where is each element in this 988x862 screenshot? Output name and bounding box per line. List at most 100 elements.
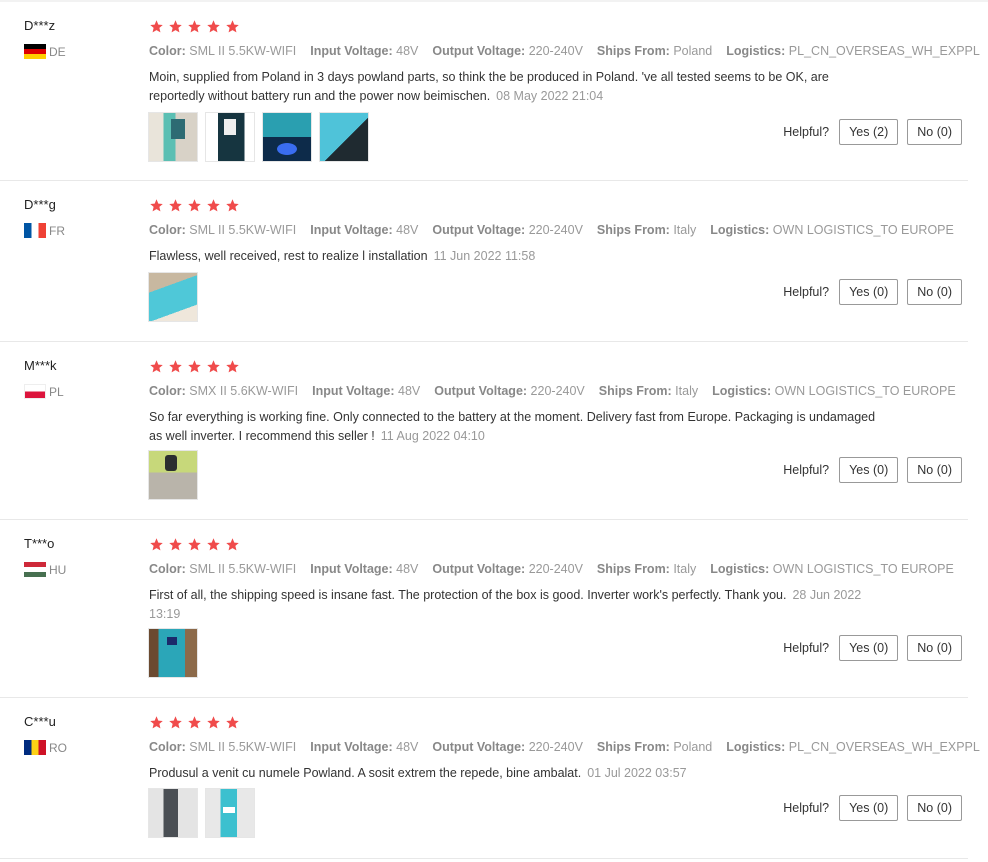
helpful-vote: Helpful? Yes (0) No (0)	[783, 457, 962, 483]
star-icon	[207, 716, 220, 729]
review-photo[interactable]	[205, 112, 255, 162]
review-date: 08 May 2022 21:04	[496, 89, 604, 103]
review-photos	[148, 112, 376, 162]
review-text: So far everything is working fine. Only …	[149, 408, 884, 446]
product-attributes: Color: SML II 5.5KW-WIFI Input Voltage: 4…	[149, 223, 968, 237]
product-attributes: Color: SML II 5.5KW-WIFI Input Voltage: 4…	[149, 44, 988, 58]
country-code: FR	[49, 223, 65, 238]
helpful-no-button[interactable]: No (0)	[907, 457, 962, 483]
review-body: First of all, the shipping speed is insa…	[149, 588, 787, 602]
attr-label: Color:	[149, 740, 186, 754]
review-photo[interactable]	[319, 112, 369, 162]
attr-label: Logistics:	[712, 384, 772, 398]
review-body: Moin, supplied from Poland in 3 days pow…	[149, 70, 829, 103]
attr-label: Logistics:	[710, 562, 770, 576]
attr-logistics: PL_CN_OVERSEAS_WH_EXPPL	[788, 740, 980, 754]
attr-logistics: OWN LOGISTICS_TO EUROPE	[774, 384, 956, 398]
review-photos	[148, 450, 205, 500]
product-attributes: Color: SMX II 5.6KW-WIFI Input Voltage: 4…	[149, 384, 970, 398]
attr-label: Logistics:	[726, 44, 786, 58]
reviewer-name: T***o	[24, 536, 55, 551]
reviewer-country: HU	[24, 562, 66, 577]
attr-label: Input Voltage:	[310, 223, 393, 237]
attr-input-voltage: 48V	[396, 562, 419, 576]
attr-ships-from: Italy	[673, 223, 697, 237]
review-body: Flawless, well received, rest to realize…	[149, 249, 428, 263]
helpful-no-button[interactable]: No (0)	[907, 279, 962, 305]
attr-input-voltage: 48V	[396, 44, 419, 58]
review-photo[interactable]	[148, 450, 198, 500]
attr-color: SML II 5.5KW-WIFI	[189, 223, 297, 237]
star-icon	[150, 716, 163, 729]
review-item: C***u RO Color: SML II 5.5KW-WIFI Input V…	[0, 698, 980, 859]
attr-input-voltage: 48V	[396, 740, 419, 754]
review-photo[interactable]	[148, 272, 198, 322]
attr-label: Ships From:	[596, 44, 670, 58]
star-icon	[188, 20, 201, 33]
helpful-yes-button[interactable]: Yes (2)	[839, 119, 899, 145]
helpful-yes-button[interactable]: Yes (0)	[839, 795, 899, 821]
star-rating	[149, 198, 244, 213]
attr-color: SML II 5.5KW-WIFI	[189, 44, 297, 58]
review-photos	[148, 628, 205, 678]
review-text: Flawless, well received, rest to realize…	[149, 247, 884, 266]
attr-ships-from: Poland	[673, 740, 713, 754]
review-photos	[148, 272, 205, 322]
helpful-yes-button[interactable]: Yes (0)	[839, 457, 899, 483]
star-icon	[188, 199, 201, 212]
helpful-no-button[interactable]: No (0)	[907, 635, 962, 661]
attr-label: Output Voltage:	[432, 740, 526, 754]
flag-fr-icon	[24, 223, 46, 238]
helpful-vote: Helpful? Yes (0) No (0)	[783, 795, 962, 821]
attr-label: Input Voltage:	[310, 44, 393, 58]
flag-pl-icon	[24, 384, 46, 399]
star-rating	[149, 359, 244, 374]
star-icon	[150, 20, 163, 33]
attr-label: Input Voltage:	[310, 562, 393, 576]
review-date: 11 Aug 2022 04:10	[380, 429, 485, 443]
helpful-no-button[interactable]: No (0)	[907, 795, 962, 821]
reviewer-country: RO	[24, 740, 67, 755]
star-icon	[150, 538, 163, 551]
star-icon	[169, 20, 182, 33]
review-photo[interactable]	[262, 112, 312, 162]
review-photo[interactable]	[148, 788, 198, 838]
review-photo[interactable]	[148, 112, 198, 162]
attr-label: Ships From:	[596, 223, 670, 237]
star-rating	[149, 715, 244, 730]
star-icon	[188, 716, 201, 729]
review-photo[interactable]	[148, 628, 198, 678]
attr-label: Ships From:	[598, 384, 672, 398]
attr-label: Output Voltage:	[432, 223, 526, 237]
helpful-yes-button[interactable]: Yes (0)	[839, 279, 899, 305]
star-rating	[149, 537, 244, 552]
attr-ships-from: Italy	[675, 384, 699, 398]
attr-ships-from: Italy	[673, 562, 697, 576]
flag-ro-icon	[24, 740, 46, 755]
attr-label: Color:	[149, 44, 186, 58]
review-text: Moin, supplied from Poland in 3 days pow…	[149, 68, 884, 106]
attr-logistics: OWN LOGISTICS_TO EUROPE	[772, 223, 954, 237]
helpful-yes-button[interactable]: Yes (0)	[839, 635, 899, 661]
reviewer-name: D***z	[24, 18, 56, 33]
review-photo[interactable]	[205, 788, 255, 838]
star-rating	[149, 19, 244, 34]
star-icon	[207, 20, 220, 33]
star-icon	[226, 199, 239, 212]
helpful-no-button[interactable]: No (0)	[907, 119, 962, 145]
attr-output-voltage: 220-240V	[528, 740, 583, 754]
star-icon	[207, 538, 220, 551]
helpful-label: Helpful?	[783, 125, 830, 139]
reviewer-name: D***g	[24, 197, 56, 212]
attr-output-voltage: 220-240V	[528, 44, 583, 58]
review-body: So far everything is working fine. Only …	[149, 410, 876, 443]
reviewer-country: PL	[24, 384, 64, 399]
attr-color: SML II 5.5KW-WIFI	[189, 740, 297, 754]
attr-label: Ships From:	[596, 562, 670, 576]
attr-input-voltage: 48V	[398, 384, 421, 398]
flag-de-icon	[24, 44, 46, 59]
star-icon	[207, 360, 220, 373]
attr-label: Output Voltage:	[434, 384, 528, 398]
attr-label: Color:	[149, 223, 186, 237]
attr-color: SMX II 5.6KW-WIFI	[189, 384, 299, 398]
